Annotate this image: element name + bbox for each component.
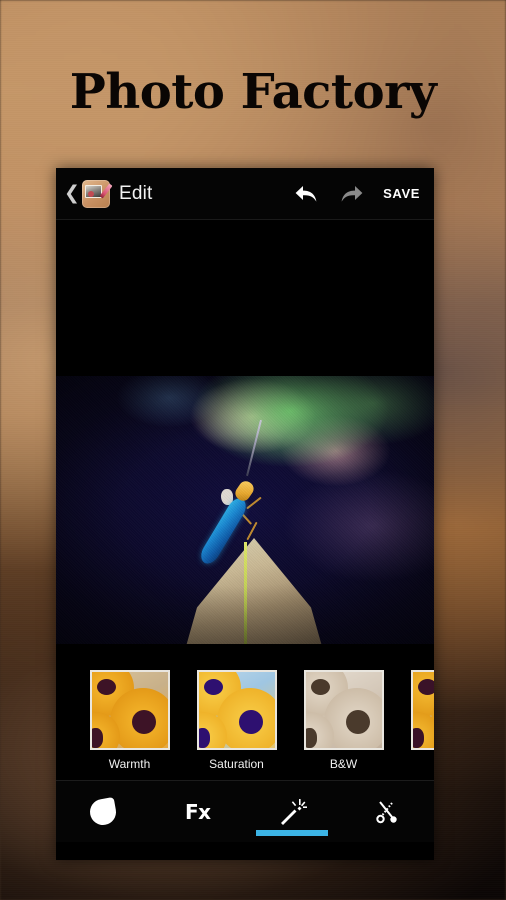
filter-item-warmth[interactable]: Warmth <box>76 669 183 771</box>
sunflower-bw-thumbnail <box>305 671 382 748</box>
save-button[interactable]: SAVE <box>373 186 434 201</box>
filter-thumbnail[interactable] <box>303 669 384 750</box>
thumb-core <box>131 709 156 734</box>
app-header: ❮ Edit SAVE <box>56 168 434 220</box>
photo-vignette <box>56 376 434 644</box>
letterbox-top <box>56 220 434 376</box>
fx-effects-icon: Fx <box>184 799 211 824</box>
sunflower-saturated-thumbnail <box>198 671 275 748</box>
filter-thumbnail[interactable] <box>89 669 170 750</box>
sunflower-warm-thumbnail <box>91 671 168 748</box>
tab-active-indicator <box>256 830 329 836</box>
page-title: Photo Factory <box>69 64 437 120</box>
redo-arrow-icon <box>341 185 363 202</box>
filter-thumbnail[interactable] <box>410 669 434 750</box>
scissors-crop-icon <box>376 800 397 823</box>
filter-thumbnail[interactable] <box>196 669 277 750</box>
half-circle-contrast-icon <box>88 796 119 827</box>
thumb-core <box>91 727 103 748</box>
tab-enhance[interactable] <box>245 781 340 842</box>
photo-editor-app-icon[interactable] <box>82 179 113 208</box>
filter-label: Saturation <box>209 756 264 771</box>
photo-canvas[interactable] <box>56 220 434 660</box>
header-actions: SAVE <box>285 183 434 205</box>
bottom-tab-bar: Fx <box>56 780 434 842</box>
filter-item-bw[interactable]: B&W <box>290 669 397 771</box>
beetle-on-leaf-photo[interactable] <box>56 376 434 650</box>
undo-button[interactable] <box>285 183 329 205</box>
letterbox-bottom <box>56 644 434 660</box>
thumb-core <box>96 678 116 695</box>
phone-screen: ❮ Edit SAVE Warmth Saturation B&W Fx <box>56 168 434 860</box>
thumb-core <box>238 709 263 734</box>
thumb-core <box>198 727 210 748</box>
thumb-core <box>417 678 434 695</box>
thumb-core <box>310 678 330 695</box>
redo-button[interactable] <box>329 183 373 205</box>
thumb-core <box>412 727 424 748</box>
filter-item-saturation[interactable]: Saturation <box>183 669 290 771</box>
chevron-left-icon[interactable]: ❮ <box>63 184 81 203</box>
filter-label: Warmth <box>108 756 151 771</box>
thumb-core <box>203 678 223 695</box>
screen-title: Edit <box>119 182 153 204</box>
undo-arrow-icon <box>295 185 317 202</box>
thumb-core <box>345 709 370 734</box>
tab-effects[interactable]: Fx <box>151 781 246 842</box>
filter-thumbnail-strip[interactable]: Warmth Saturation B&W <box>56 660 434 780</box>
sunflower-partial-thumbnail <box>412 671 434 748</box>
tab-adjust[interactable] <box>56 781 151 842</box>
thumb-core <box>305 727 317 748</box>
magic-wand-icon <box>281 798 308 825</box>
filter-label: B&W <box>329 756 358 771</box>
filter-item-partial[interactable]: S <box>397 669 434 771</box>
filter-label: S <box>397 757 434 771</box>
tab-crop[interactable] <box>340 781 435 842</box>
